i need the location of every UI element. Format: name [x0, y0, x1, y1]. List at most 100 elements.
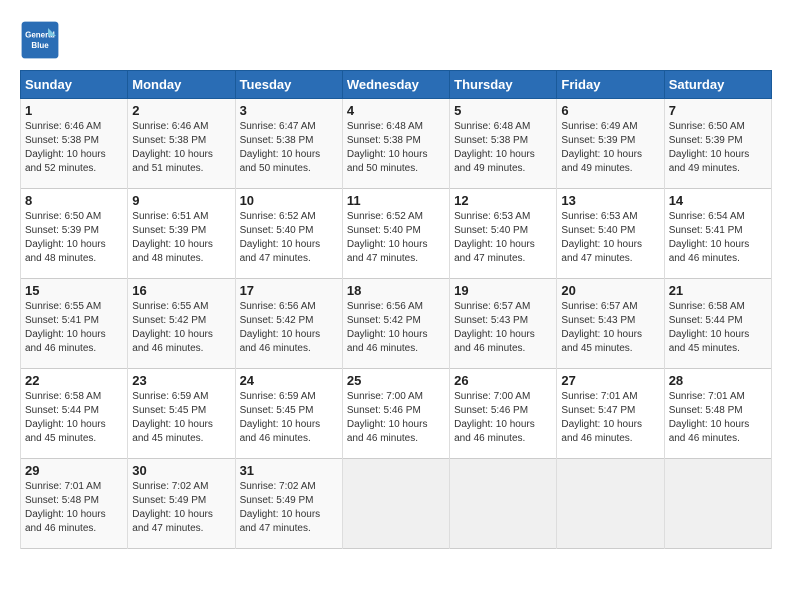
day-number: 16	[132, 283, 230, 298]
table-cell	[450, 459, 557, 549]
daylight-label: Daylight: 10 hours and 46 minutes.	[669, 419, 750, 444]
sunset-label: Sunset: 5:40 PM	[454, 225, 528, 236]
sunset-label: Sunset: 5:43 PM	[454, 315, 528, 326]
cell-content: Sunrise: 6:54 AM Sunset: 5:41 PM Dayligh…	[669, 210, 767, 266]
table-cell: 26 Sunrise: 7:00 AM Sunset: 5:46 PM Dayl…	[450, 369, 557, 459]
daylight-label: Daylight: 10 hours and 46 minutes.	[561, 419, 642, 444]
day-number: 18	[347, 283, 445, 298]
daylight-label: Daylight: 10 hours and 50 minutes.	[347, 149, 428, 174]
table-cell: 9 Sunrise: 6:51 AM Sunset: 5:39 PM Dayli…	[128, 189, 235, 279]
day-number: 13	[561, 193, 659, 208]
daylight-label: Daylight: 10 hours and 45 minutes.	[561, 329, 642, 354]
day-number: 11	[347, 193, 445, 208]
table-cell: 20 Sunrise: 6:57 AM Sunset: 5:43 PM Dayl…	[557, 279, 664, 369]
day-number: 1	[25, 103, 123, 118]
sunrise-label: Sunrise: 6:57 AM	[454, 301, 530, 312]
table-cell: 19 Sunrise: 6:57 AM Sunset: 5:43 PM Dayl…	[450, 279, 557, 369]
daylight-label: Daylight: 10 hours and 49 minutes.	[669, 149, 750, 174]
table-cell: 6 Sunrise: 6:49 AM Sunset: 5:39 PM Dayli…	[557, 99, 664, 189]
sunset-label: Sunset: 5:39 PM	[561, 135, 635, 146]
sunrise-label: Sunrise: 6:56 AM	[347, 301, 423, 312]
sunset-label: Sunset: 5:41 PM	[25, 315, 99, 326]
cell-content: Sunrise: 6:56 AM Sunset: 5:42 PM Dayligh…	[347, 300, 445, 356]
table-cell: 10 Sunrise: 6:52 AM Sunset: 5:40 PM Dayl…	[235, 189, 342, 279]
cell-content: Sunrise: 6:52 AM Sunset: 5:40 PM Dayligh…	[240, 210, 338, 266]
sunrise-label: Sunrise: 6:48 AM	[347, 121, 423, 132]
sunrise-label: Sunrise: 7:01 AM	[669, 391, 745, 402]
logo: General Blue	[20, 20, 65, 60]
sunset-label: Sunset: 5:47 PM	[561, 405, 635, 416]
sunset-label: Sunset: 5:48 PM	[25, 495, 99, 506]
sunset-label: Sunset: 5:42 PM	[347, 315, 421, 326]
day-number: 30	[132, 463, 230, 478]
calendar-row: 29 Sunrise: 7:01 AM Sunset: 5:48 PM Dayl…	[21, 459, 772, 549]
table-cell: 11 Sunrise: 6:52 AM Sunset: 5:40 PM Dayl…	[342, 189, 449, 279]
cell-content: Sunrise: 6:58 AM Sunset: 5:44 PM Dayligh…	[25, 390, 123, 446]
sunset-label: Sunset: 5:38 PM	[132, 135, 206, 146]
table-cell: 17 Sunrise: 6:56 AM Sunset: 5:42 PM Dayl…	[235, 279, 342, 369]
sunset-label: Sunset: 5:46 PM	[347, 405, 421, 416]
cell-content: Sunrise: 6:55 AM Sunset: 5:41 PM Dayligh…	[25, 300, 123, 356]
sunset-label: Sunset: 5:44 PM	[669, 315, 743, 326]
page-header: General Blue	[20, 20, 772, 60]
sunrise-label: Sunrise: 6:52 AM	[347, 211, 423, 222]
cell-content: Sunrise: 6:57 AM Sunset: 5:43 PM Dayligh…	[454, 300, 552, 356]
calendar-table: Sunday Monday Tuesday Wednesday Thursday…	[20, 70, 772, 549]
table-cell	[664, 459, 771, 549]
sunrise-label: Sunrise: 6:48 AM	[454, 121, 530, 132]
table-cell: 29 Sunrise: 7:01 AM Sunset: 5:48 PM Dayl…	[21, 459, 128, 549]
sunrise-label: Sunrise: 7:01 AM	[561, 391, 637, 402]
day-number: 6	[561, 103, 659, 118]
sunrise-label: Sunrise: 6:59 AM	[240, 391, 316, 402]
day-number: 3	[240, 103, 338, 118]
day-number: 23	[132, 373, 230, 388]
sunrise-label: Sunrise: 6:57 AM	[561, 301, 637, 312]
calendar-row: 8 Sunrise: 6:50 AM Sunset: 5:39 PM Dayli…	[21, 189, 772, 279]
sunset-label: Sunset: 5:38 PM	[454, 135, 528, 146]
daylight-label: Daylight: 10 hours and 47 minutes.	[132, 509, 213, 534]
col-friday: Friday	[557, 71, 664, 99]
sunset-label: Sunset: 5:40 PM	[240, 225, 314, 236]
daylight-label: Daylight: 10 hours and 46 minutes.	[240, 329, 321, 354]
day-number: 12	[454, 193, 552, 208]
day-number: 27	[561, 373, 659, 388]
cell-content: Sunrise: 6:48 AM Sunset: 5:38 PM Dayligh…	[454, 120, 552, 176]
day-number: 15	[25, 283, 123, 298]
col-sunday: Sunday	[21, 71, 128, 99]
sunrise-label: Sunrise: 6:58 AM	[669, 301, 745, 312]
cell-content: Sunrise: 7:00 AM Sunset: 5:46 PM Dayligh…	[454, 390, 552, 446]
cell-content: Sunrise: 6:55 AM Sunset: 5:42 PM Dayligh…	[132, 300, 230, 356]
sunrise-label: Sunrise: 6:50 AM	[669, 121, 745, 132]
daylight-label: Daylight: 10 hours and 48 minutes.	[132, 239, 213, 264]
cell-content: Sunrise: 6:50 AM Sunset: 5:39 PM Dayligh…	[25, 210, 123, 266]
col-monday: Monday	[128, 71, 235, 99]
table-cell: 18 Sunrise: 6:56 AM Sunset: 5:42 PM Dayl…	[342, 279, 449, 369]
sunrise-label: Sunrise: 7:00 AM	[347, 391, 423, 402]
daylight-label: Daylight: 10 hours and 46 minutes.	[25, 509, 106, 534]
cell-content: Sunrise: 7:01 AM Sunset: 5:47 PM Dayligh…	[561, 390, 659, 446]
daylight-label: Daylight: 10 hours and 47 minutes.	[454, 239, 535, 264]
table-cell: 31 Sunrise: 7:02 AM Sunset: 5:49 PM Dayl…	[235, 459, 342, 549]
cell-content: Sunrise: 6:56 AM Sunset: 5:42 PM Dayligh…	[240, 300, 338, 356]
day-number: 10	[240, 193, 338, 208]
table-cell	[557, 459, 664, 549]
sunset-label: Sunset: 5:45 PM	[240, 405, 314, 416]
sunset-label: Sunset: 5:44 PM	[25, 405, 99, 416]
calendar-row: 1 Sunrise: 6:46 AM Sunset: 5:38 PM Dayli…	[21, 99, 772, 189]
daylight-label: Daylight: 10 hours and 47 minutes.	[240, 239, 321, 264]
day-number: 24	[240, 373, 338, 388]
cell-content: Sunrise: 6:59 AM Sunset: 5:45 PM Dayligh…	[132, 390, 230, 446]
day-number: 31	[240, 463, 338, 478]
day-number: 7	[669, 103, 767, 118]
cell-content: Sunrise: 7:02 AM Sunset: 5:49 PM Dayligh…	[132, 480, 230, 536]
sunrise-label: Sunrise: 6:47 AM	[240, 121, 316, 132]
sunrise-label: Sunrise: 6:46 AM	[132, 121, 208, 132]
sunset-label: Sunset: 5:45 PM	[132, 405, 206, 416]
table-cell: 15 Sunrise: 6:55 AM Sunset: 5:41 PM Dayl…	[21, 279, 128, 369]
day-number: 21	[669, 283, 767, 298]
daylight-label: Daylight: 10 hours and 50 minutes.	[240, 149, 321, 174]
day-number: 20	[561, 283, 659, 298]
sunset-label: Sunset: 5:39 PM	[669, 135, 743, 146]
day-number: 8	[25, 193, 123, 208]
sunset-label: Sunset: 5:38 PM	[347, 135, 421, 146]
